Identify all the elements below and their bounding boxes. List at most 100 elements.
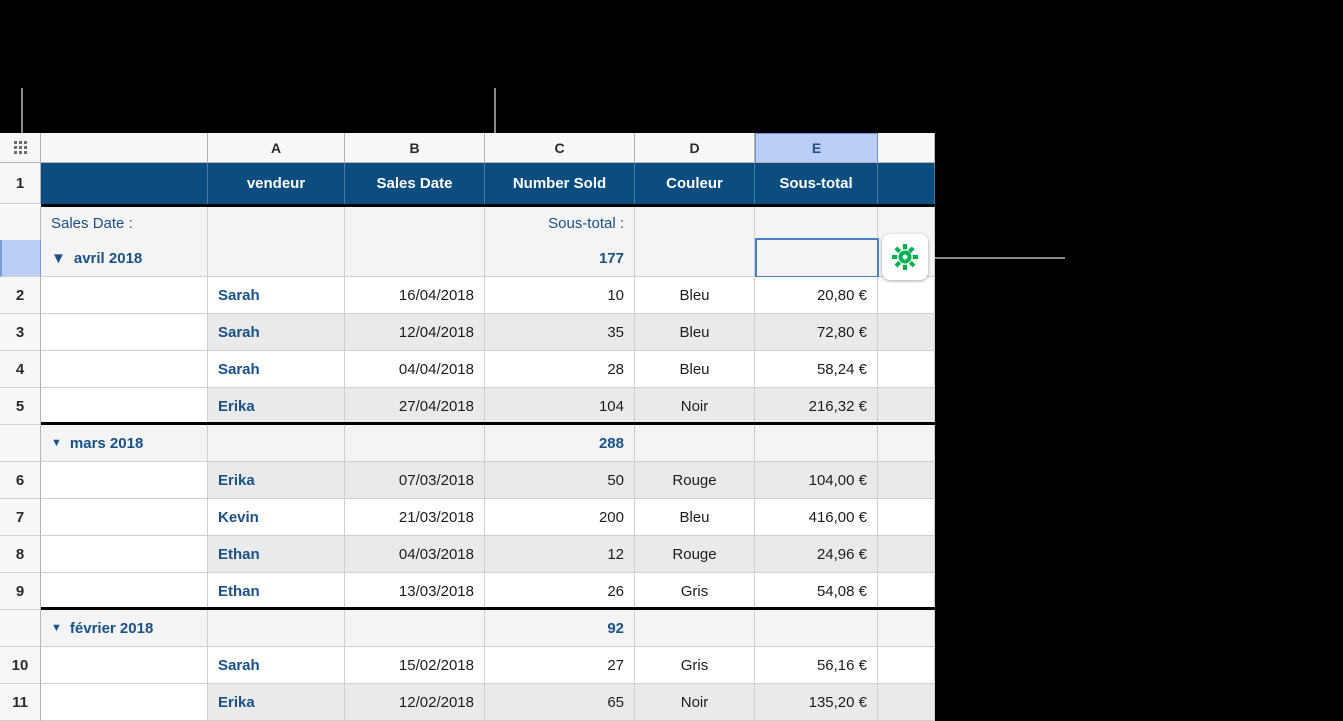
- group-summary-cell-d-1[interactable]: [635, 425, 755, 462]
- category-group-name-avril[interactable]: ▼ avril 2018: [41, 240, 208, 277]
- cell-vendeur-5[interactable]: Erika: [208, 388, 345, 425]
- cell-number_sold-7[interactable]: 200: [485, 499, 635, 536]
- header-cell-vendeur[interactable]: vendeur: [208, 163, 345, 204]
- cell-number_sold-4[interactable]: 28: [485, 351, 635, 388]
- category-cell-b2[interactable]: [345, 240, 485, 277]
- group-summary-cell-a-1[interactable]: [208, 425, 345, 462]
- cell-number_sold-8[interactable]: 12: [485, 536, 635, 573]
- cell-sales_date-8[interactable]: 04/03/2018: [345, 536, 485, 573]
- row-header-1[interactable]: 1: [0, 163, 41, 204]
- cell-couleur-11[interactable]: Noir: [635, 684, 755, 721]
- category-cell-b[interactable]: [345, 207, 485, 240]
- group-summary-cell-d-2[interactable]: [635, 610, 755, 647]
- row-header-8[interactable]: 8: [0, 536, 41, 573]
- group-summary-cell-e-2[interactable]: [755, 610, 878, 647]
- cell-sous_total-6[interactable]: 104,00 €: [755, 462, 878, 499]
- cell-couleur-8[interactable]: Rouge: [635, 536, 755, 573]
- row-header-7[interactable]: 7: [0, 499, 41, 536]
- cell-vendeur-9[interactable]: Ethan: [208, 573, 345, 610]
- column-header-b[interactable]: B: [345, 133, 485, 163]
- table-row-blank-3[interactable]: [41, 314, 208, 351]
- cell-vendeur-4[interactable]: Sarah: [208, 351, 345, 388]
- cell-vendeur-6[interactable]: Erika: [208, 462, 345, 499]
- group-summary-label-1[interactable]: ▼ mars 2018: [41, 425, 208, 462]
- cell-sous_total-11[interactable]: 135,20 €: [755, 684, 878, 721]
- header-cell-blank[interactable]: [41, 163, 208, 204]
- row-header-2[interactable]: 2: [0, 277, 41, 314]
- cell-trailing-6[interactable]: [878, 462, 935, 499]
- row-header-4[interactable]: 4: [0, 351, 41, 388]
- triangle-down-icon[interactable]: ▼: [51, 437, 62, 449]
- cell-number_sold-2[interactable]: 10: [485, 277, 635, 314]
- subtotal-value-177[interactable]: 177: [485, 240, 635, 277]
- cell-sales_date-11[interactable]: 12/02/2018: [345, 684, 485, 721]
- cell-number_sold-9[interactable]: 26: [485, 573, 635, 610]
- table-handle-icon[interactable]: [0, 133, 41, 163]
- group-summary-cell-b-2[interactable]: [345, 610, 485, 647]
- cell-sous_total-10[interactable]: 56,16 €: [755, 647, 878, 684]
- cell-couleur-10[interactable]: Gris: [635, 647, 755, 684]
- header-cell-trailing[interactable]: [878, 163, 935, 204]
- group-summary-number-sold-2[interactable]: 92: [485, 610, 635, 647]
- group-summary-cell-a-2[interactable]: [208, 610, 345, 647]
- cell-couleur-5[interactable]: Noir: [635, 388, 755, 425]
- table-row-blank-5[interactable]: [41, 388, 208, 425]
- cell-sous_total-4[interactable]: 58,24 €: [755, 351, 878, 388]
- table-row-blank-6[interactable]: [41, 462, 208, 499]
- row-header-9[interactable]: 9: [0, 573, 41, 610]
- row-header-group-2[interactable]: [0, 610, 41, 647]
- cell-vendeur-2[interactable]: Sarah: [208, 277, 345, 314]
- cell-trailing-11[interactable]: [878, 684, 935, 721]
- cell-vendeur-8[interactable]: Ethan: [208, 536, 345, 573]
- cell-sous_total-2[interactable]: 20,80 €: [755, 277, 878, 314]
- group-summary-number-sold-1[interactable]: 288: [485, 425, 635, 462]
- group-summary-cell-b-1[interactable]: [345, 425, 485, 462]
- column-header-blank[interactable]: [41, 133, 208, 163]
- cell-sales_date-9[interactable]: 13/03/2018: [345, 573, 485, 610]
- category-row-selector[interactable]: [0, 240, 41, 277]
- cell-vendeur-10[interactable]: Sarah: [208, 647, 345, 684]
- row-header-10[interactable]: 10: [0, 647, 41, 684]
- cell-couleur-6[interactable]: Rouge: [635, 462, 755, 499]
- table-row-blank-2[interactable]: [41, 277, 208, 314]
- table-row-blank-10[interactable]: [41, 647, 208, 684]
- cell-sous_total-9[interactable]: 54,08 €: [755, 573, 878, 610]
- category-cell-d2[interactable]: [635, 240, 755, 277]
- subtotal-label-cell[interactable]: Sous-total :: [485, 207, 635, 240]
- row-header-6[interactable]: 6: [0, 462, 41, 499]
- group-summary-cell-e-1[interactable]: [755, 425, 878, 462]
- column-header-f[interactable]: [878, 133, 935, 163]
- group-summary-label-2[interactable]: ▼ février 2018: [41, 610, 208, 647]
- group-summary-cell-f-2[interactable]: [878, 610, 935, 647]
- row-header-11[interactable]: 11: [0, 684, 41, 721]
- cell-trailing-7[interactable]: [878, 499, 935, 536]
- cell-trailing-4[interactable]: [878, 351, 935, 388]
- cell-number_sold-6[interactable]: 50: [485, 462, 635, 499]
- cell-trailing-3[interactable]: [878, 314, 935, 351]
- cell-couleur-4[interactable]: Bleu: [635, 351, 755, 388]
- category-label-field[interactable]: Sales Date :: [41, 207, 208, 240]
- cell-vendeur-7[interactable]: Kevin: [208, 499, 345, 536]
- cell-sales_date-3[interactable]: 12/04/2018: [345, 314, 485, 351]
- cell-couleur-3[interactable]: Bleu: [635, 314, 755, 351]
- row-header-5[interactable]: 5: [0, 388, 41, 425]
- cell-number_sold-11[interactable]: 65: [485, 684, 635, 721]
- column-header-a[interactable]: A: [208, 133, 345, 163]
- header-cell-sous-total[interactable]: Sous-total: [755, 163, 878, 204]
- cell-trailing-5[interactable]: [878, 388, 935, 425]
- table-row-blank-7[interactable]: [41, 499, 208, 536]
- cell-sales_date-5[interactable]: 27/04/2018: [345, 388, 485, 425]
- table-row-blank-8[interactable]: [41, 536, 208, 573]
- row-header-3[interactable]: 3: [0, 314, 41, 351]
- cell-trailing-9[interactable]: [878, 573, 935, 610]
- row-header-category-top[interactable]: .: [0, 207, 41, 240]
- table-row-blank-11[interactable]: [41, 684, 208, 721]
- column-header-e[interactable]: E: [755, 133, 878, 163]
- cell-vendeur-3[interactable]: Sarah: [208, 314, 345, 351]
- spreadsheet-table[interactable]: A B C D E 1 vendeur Sales Date Number So…: [0, 133, 935, 721]
- header-cell-couleur[interactable]: Couleur: [635, 163, 755, 204]
- cell-sales_date-6[interactable]: 07/03/2018: [345, 462, 485, 499]
- cell-sales_date-4[interactable]: 04/04/2018: [345, 351, 485, 388]
- cell-format-gear-button[interactable]: [882, 234, 928, 280]
- group-summary-cell-f-1[interactable]: [878, 425, 935, 462]
